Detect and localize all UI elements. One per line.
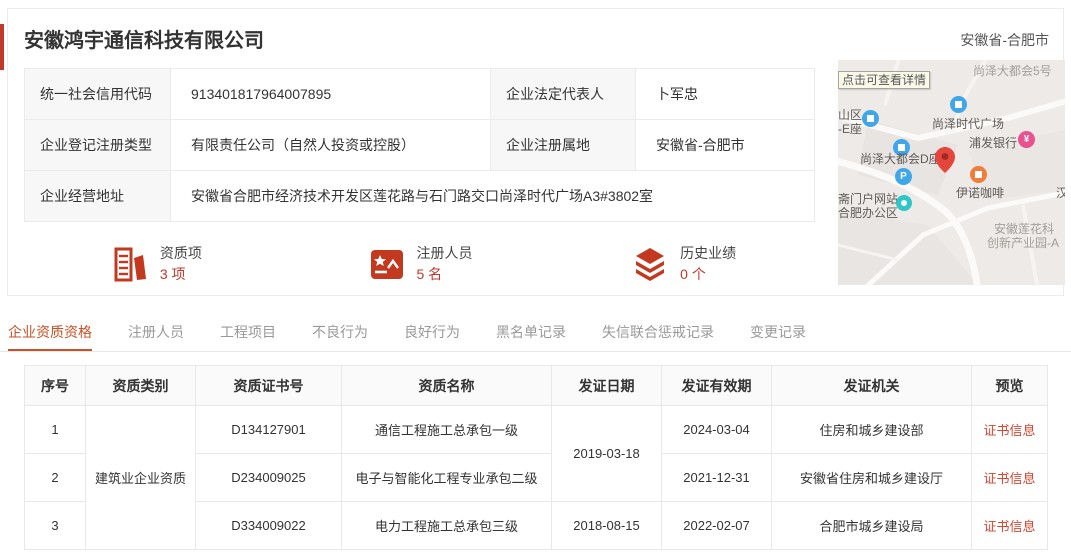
tab-bar: 企业资质资格 注册人员 工程项目 不良行为 良好行为 黑名单记录 失信联合惩戒记… [0,314,1071,352]
company-region: 安徽省-合肥市 [960,32,1049,48]
stat-value: 3 项 [159,266,186,282]
stat-label: 注册人员 [416,245,473,261]
row-no: 2 [24,453,86,502]
map-poi-building-icon[interactable] [862,110,879,127]
cert-no-cell: D134127901 [195,405,342,454]
stat-value: 0 个 [680,266,706,282]
page-title: 安徽鸿宇通信科技有限公司 [24,30,264,52]
cert-no-cell: D234009025 [195,453,342,502]
col-preview: 预览 [971,365,1048,406]
table-header-row: 序号 资质类别 资质证书号 资质名称 发证日期 发证有效期 发证机关 预览 [24,365,1048,406]
col-no: 序号 [24,365,86,406]
reg-region-label: 企业注册属地 [490,119,636,171]
map-pin-icon[interactable] [934,146,956,174]
valid-until-cell: 2024-03-04 [661,405,772,454]
tab-change-records[interactable]: 变更记录 [750,314,806,351]
company-info-table: 统一社会信用代码 913401817964007895 企业法定代表人 卜军忠 … [24,68,815,222]
stat-qualifications[interactable]: 资质项 3 项 [24,238,288,290]
map-label: 尚泽时代广场 [932,117,1005,131]
issue-date-cell: 2019-03-18 [551,405,662,502]
row-no: 1 [24,405,86,454]
tab-dishonesty-records[interactable]: 失信联合惩戒记录 [602,314,714,351]
authority-cell: 安徽省住房和城乡建设厅 [771,453,972,502]
col-authority: 发证机关 [771,365,972,406]
col-category: 资质类别 [85,365,196,406]
stat-value: 5 名 [416,266,443,282]
qualification-table: 序号 资质类别 资质证书号 资质名称 发证日期 发证有效期 发证机关 预览 1 … [24,365,1048,550]
map-label: 伊诺咖啡 [956,186,1005,200]
reg-type-value: 有限责任公司（自然人投资或控股） [170,119,491,171]
stat-historical-performance[interactable]: 历史业绩 0 个 [551,238,815,290]
valid-until-cell: 2022-02-07 [661,501,772,550]
tab-projects[interactable]: 工程项目 [220,314,276,351]
tab-blacklist[interactable]: 黑名单记录 [496,314,566,351]
map-poi-bank-icon[interactable]: ¥ [1018,131,1035,148]
map-label: 尚泽大都会5号 [973,64,1052,78]
company-location-map[interactable]: 尚泽大都会5号 山区 -E座 尚泽时代广场 浦发银行 ¥ 尚泽大都会D座 P 伊… [838,60,1065,285]
map-label: 浦发银行 [969,136,1018,150]
category-cell: 建筑业企业资质 [85,405,196,550]
col-name: 资质名称 [341,365,552,406]
certificate-icon [370,250,403,279]
col-issue-date: 发证日期 [551,365,662,406]
map-poi-building-icon[interactable] [950,96,967,113]
address-label: 企业经营地址 [24,170,171,222]
map-label: 创新产业园-A [987,236,1060,250]
table-row: 1 建筑业企业资质 D134127901 通信工程施工总承包一级 2019-03… [24,405,1048,550]
tab-good-behavior[interactable]: 良好行为 [404,314,460,351]
address-value: 安徽省合肥市经济技术开发区莲花路与石门路交口尚泽时代广场A3#3802室 [170,170,815,222]
table-row: 企业登记注册类型 有限责任公司（自然人投资或控股） 企业注册属地 安徽省-合肥市 [24,119,815,171]
credit-code-label: 统一社会信用代码 [24,68,171,120]
map-label: 合肥办公区 [838,206,899,220]
col-cert-no: 资质证书号 [195,365,342,406]
map-label: -E座 [838,122,863,136]
map-poi-office-icon[interactable] [896,195,912,211]
certificate-info-link[interactable]: 证书信息 [971,501,1048,550]
certificate-info-link[interactable]: 证书信息 [971,453,1048,502]
map-poi-parking-icon[interactable]: P [895,168,912,185]
issue-date-cell: 2018-08-15 [551,501,662,550]
map-label: 尚泽大都会D座 [860,152,941,166]
cert-name-cell: 电子与智能化工程专业承包二级 [341,453,552,502]
authority-cell: 合肥市城乡建设局 [771,501,972,550]
cert-no-cell: D334009022 [195,501,342,550]
row-no: 3 [24,501,86,550]
reg-type-label: 企业登记注册类型 [24,119,171,171]
authority-cell: 住房和城乡建设部 [771,405,972,454]
building-icon [114,247,146,282]
tab-qualifications[interactable]: 企业资质资格 [8,314,92,351]
stat-registered-personnel[interactable]: 注册人员 5 名 [288,238,552,290]
map-label: 汉 [1056,186,1065,200]
stats-row: 资质项 3 项 注册人员 5 名 历史业绩 0 个 [24,238,815,290]
map-tooltip: 点击可查看详情 [838,71,931,89]
title-accent-bar [0,24,4,70]
stat-label: 历史业绩 [680,245,737,261]
cert-name-cell: 电力工程施工总承包三级 [341,501,552,550]
legal-rep-label: 企业法定代表人 [490,68,636,120]
company-profile-page: 安徽鸿宇通信科技有限公司 安徽省-合肥市 统一社会信用代码 9134018179… [0,0,1071,558]
table-row: 统一社会信用代码 913401817964007895 企业法定代表人 卜军忠 [24,68,815,120]
legal-rep-value: 卜军忠 [635,68,815,120]
col-valid-until: 发证有效期 [661,365,772,406]
cert-name-cell: 通信工程施工总承包一级 [341,405,552,454]
layers-icon [636,248,665,281]
credit-code-value: 913401817964007895 [170,68,491,120]
stat-label: 资质项 [159,245,202,261]
reg-region-value: 安徽省-合肥市 [635,119,815,171]
valid-until-cell: 2021-12-31 [661,453,772,502]
map-poi-coffee-icon[interactable] [970,166,987,183]
certificate-info-link[interactable]: 证书信息 [971,405,1048,454]
table-row: 企业经营地址 安徽省合肥市经济技术开发区莲花路与石门路交口尚泽时代广场A3#38… [24,170,815,222]
tab-registered-personnel[interactable]: 注册人员 [128,314,184,351]
tab-bad-behavior[interactable]: 不良行为 [312,314,368,351]
